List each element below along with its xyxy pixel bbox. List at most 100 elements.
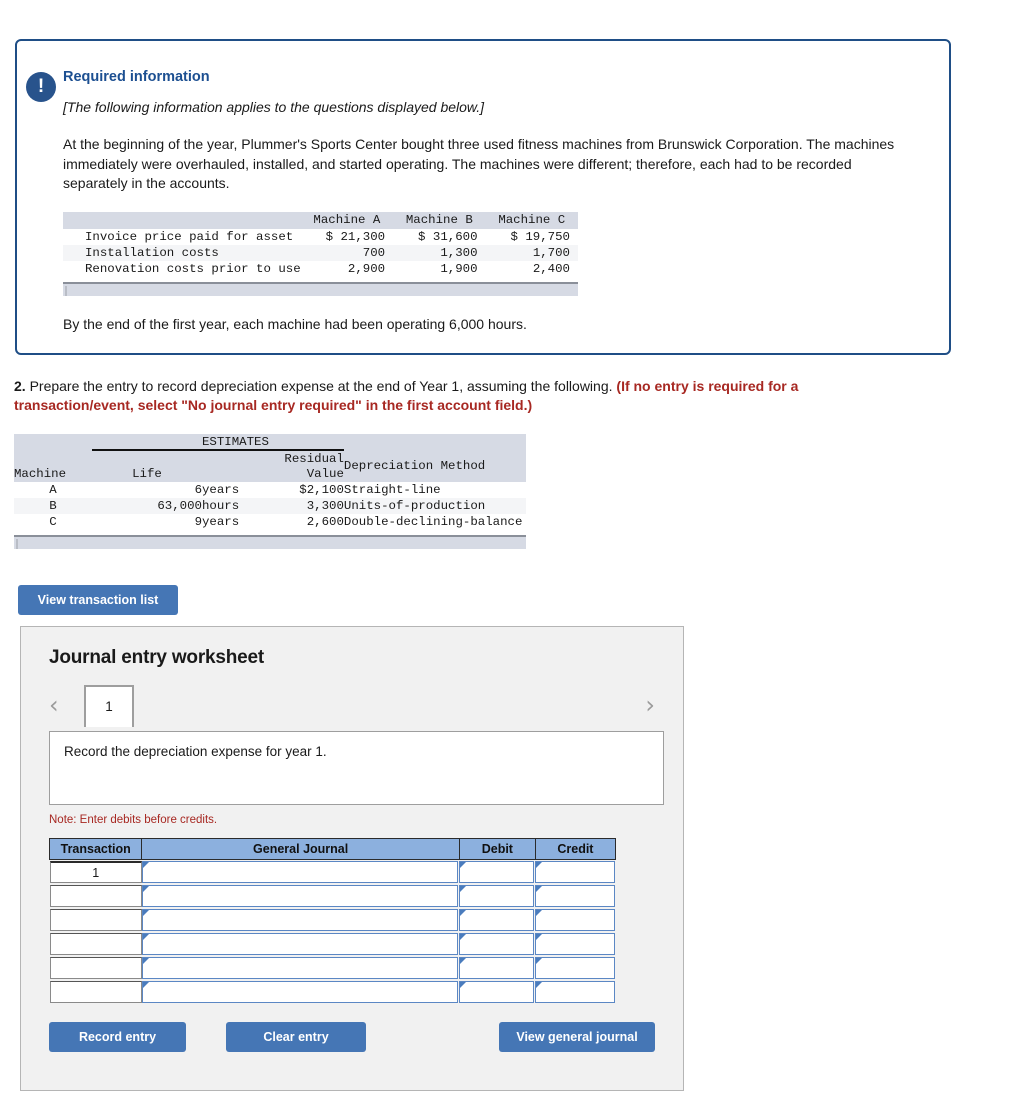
view-general-journal-button[interactable]: View general journal <box>499 1022 655 1052</box>
table-row <box>49 956 616 980</box>
row-1-general-journal-input[interactable] <box>141 885 459 907</box>
column-header-debit: Debit <box>458 838 536 860</box>
table-row <box>49 884 616 908</box>
row-5-credit-input[interactable] <box>535 981 615 1003</box>
estimates-row-2-machine: C <box>14 514 92 530</box>
worksheet-pager: ‹ 1 › <box>21 685 683 731</box>
cost-row-2-a: 2,900 <box>300 260 394 277</box>
question-number: 2. <box>14 378 26 394</box>
cost-header-machine-b: Machine B <box>393 211 486 229</box>
row-1-credit-input[interactable] <box>535 885 615 907</box>
cost-header-blank <box>63 211 301 229</box>
table-row: B 63,000 hours 3,300 Units-of-production <box>14 498 526 514</box>
estimates-header-unit-blank-2 <box>202 466 269 482</box>
callout-italic-note: [The following information applies to th… <box>63 99 485 115</box>
table-row: 1 <box>49 860 616 885</box>
column-header-transaction: Transaction <box>48 838 143 860</box>
cost-row-1-b: 1,300 <box>393 244 486 261</box>
column-header-credit: Credit <box>534 838 617 860</box>
row-1-transaction-cell[interactable] <box>49 885 142 907</box>
row-5-transaction-cell[interactable] <box>49 981 142 1003</box>
row-2-transaction-cell[interactable] <box>49 909 142 931</box>
estimates-row-2-life: 9 <box>92 514 202 530</box>
worksheet-title: Journal entry worksheet <box>49 647 265 668</box>
question-text: Prepare the entry to record depreciation… <box>25 378 617 394</box>
cost-row-0-c: $ 19,750 <box>485 228 578 245</box>
cost-row-0-label: Invoice price paid for asset <box>63 228 301 245</box>
table-row <box>49 980 616 1004</box>
table-row: Renovation costs prior to use 2,900 1,90… <box>63 260 578 277</box>
cost-header-machine-c: Machine C <box>485 211 578 229</box>
callout-closing-text: By the end of the first year, each machi… <box>63 315 527 332</box>
row-2-debit-input[interactable] <box>459 909 535 931</box>
estimates-row-1-residual: 3,300 <box>268 498 344 514</box>
estimates-spacer-1 <box>14 434 92 450</box>
machine-cost-table-wrapper: Machine A Machine B Machine C Invoice pr… <box>63 211 578 296</box>
table-row: Invoice price paid for asset $ 21,300 $ … <box>63 228 578 245</box>
worksheet-note: Note: Enter debits before credits. <box>49 814 218 826</box>
row-5-general-journal-input[interactable] <box>141 981 459 1003</box>
question-2: 2. Prepare the entry to record depreciat… <box>14 377 914 415</box>
callout-title: Required information <box>63 69 210 85</box>
table-row: Installation costs 700 1,300 1,700 <box>63 244 578 261</box>
estimates-header-life-blank <box>92 450 202 466</box>
cost-row-2-b: 1,900 <box>393 260 486 277</box>
callout-paragraph: At the beginning of the year, Plummer's … <box>63 136 895 191</box>
worksheet-tab-1[interactable]: 1 <box>84 685 134 727</box>
chevron-left-icon[interactable]: ‹ <box>49 693 59 717</box>
machine-cost-table: Machine A Machine B Machine C Invoice pr… <box>63 211 578 277</box>
row-3-debit-input[interactable] <box>459 933 535 955</box>
table-row: A 6 years $2,100 Straight-line <box>14 482 526 498</box>
chevron-right-icon[interactable]: › <box>645 693 655 717</box>
cost-row-0-b: $ 31,600 <box>393 228 486 245</box>
row-2-credit-input[interactable] <box>535 909 615 931</box>
page-root: ! Required information [The following in… <box>0 0 1014 1116</box>
row-0-general-journal-input[interactable] <box>141 861 459 883</box>
row-2-general-journal-input[interactable] <box>141 909 459 931</box>
row-4-debit-input[interactable] <box>459 957 535 979</box>
row-3-credit-input[interactable] <box>535 933 615 955</box>
estimates-row-0-residual: $2,100 <box>268 482 344 498</box>
estimates-header-unit-blank <box>202 450 269 466</box>
clear-entry-button[interactable]: Clear entry <box>226 1022 366 1052</box>
table-header-row: Machine A Machine B Machine C <box>63 211 578 229</box>
estimates-group-label-mid: ESTIMATES <box>202 434 269 451</box>
cost-row-1-a: 700 <box>300 244 394 261</box>
record-entry-button[interactable]: Record entry <box>49 1022 186 1052</box>
estimates-group-label-right <box>268 434 344 451</box>
row-5-debit-input[interactable] <box>459 981 535 1003</box>
row-0-credit-input[interactable] <box>535 861 615 883</box>
row-0-transaction-cell[interactable]: 1 <box>49 861 142 883</box>
journal-entry-worksheet-panel: Journal entry worksheet ‹ 1 › Record the… <box>20 626 684 1091</box>
estimates-table-horizontal-scrollbar[interactable] <box>14 535 526 549</box>
estimates-row-2-method: Double-declining-balance <box>343 514 526 530</box>
estimates-group-header-row: ESTIMATES <box>14 434 526 451</box>
estimates-row-0-method: Straight-line <box>343 482 526 498</box>
row-4-transaction-cell[interactable] <box>49 957 142 979</box>
estimates-header-row-1: Residual Depreciation Method <box>14 450 526 482</box>
estimates-row-2-unit: years <box>202 514 269 530</box>
cost-row-1-label: Installation costs <box>63 244 301 261</box>
estimates-row-1-life: 63,000 <box>92 498 202 514</box>
estimates-row-1-unit: hours <box>202 498 269 514</box>
estimates-spacer-2 <box>343 434 526 450</box>
estimates-header-residual-2: Value <box>268 466 344 482</box>
cost-row-1-c: 1,700 <box>485 244 578 261</box>
cost-header-machine-a: Machine A <box>300 211 394 229</box>
cost-table-horizontal-scrollbar[interactable] <box>63 281 578 296</box>
row-4-credit-input[interactable] <box>535 957 615 979</box>
required-information-callout: ! Required information [The following in… <box>15 39 951 355</box>
row-3-general-journal-input[interactable] <box>141 933 459 955</box>
estimates-table: ESTIMATES Residual Depreciation Method M… <box>14 434 526 530</box>
exclamation-icon: ! <box>26 72 56 102</box>
row-1-debit-input[interactable] <box>459 885 535 907</box>
estimates-table-wrapper: ESTIMATES Residual Depreciation Method M… <box>14 434 526 549</box>
worksheet-instruction-box: Record the depreciation expense for year… <box>49 731 664 805</box>
cost-row-0-a: $ 21,300 <box>300 228 394 245</box>
estimates-header-method: Depreciation Method <box>343 450 526 482</box>
row-3-transaction-cell[interactable] <box>49 933 142 955</box>
row-0-debit-input[interactable] <box>459 861 535 883</box>
view-transaction-list-button[interactable]: View transaction list <box>18 585 178 615</box>
row-4-general-journal-input[interactable] <box>141 957 459 979</box>
estimates-row-1-method: Units-of-production <box>343 498 526 514</box>
